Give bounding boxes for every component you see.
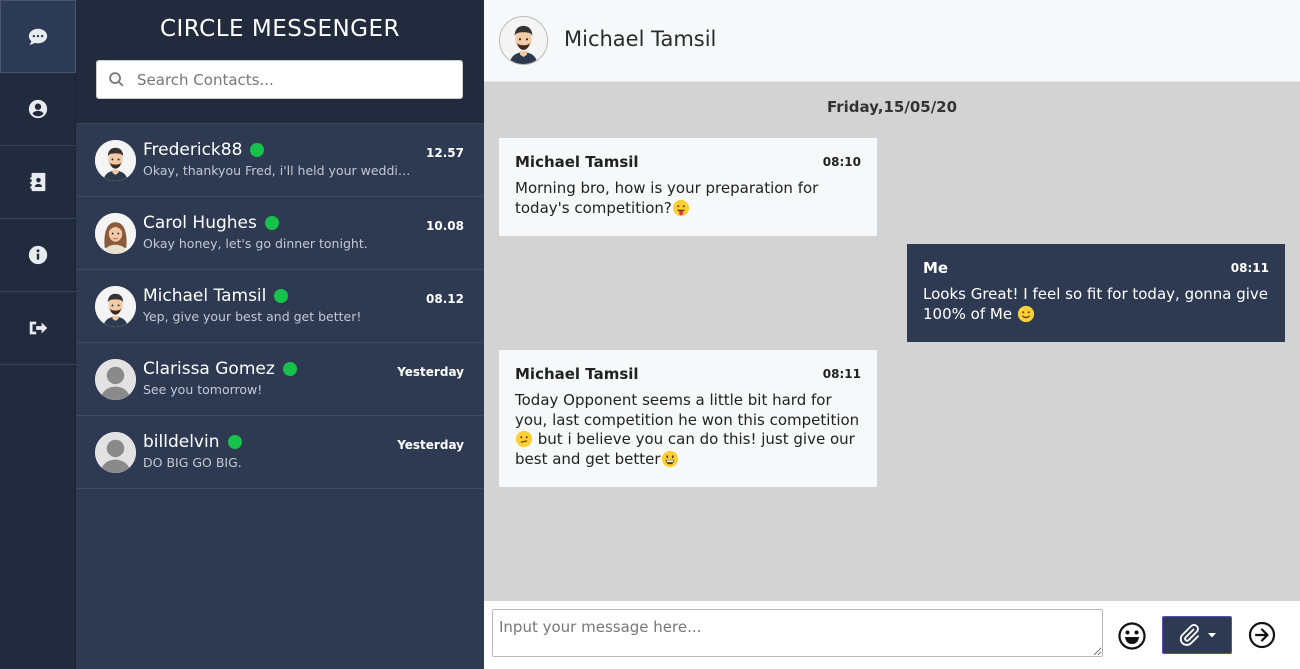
contact-list: Frederick88 12.57 Okay, thankyou Fred, i… bbox=[76, 124, 484, 489]
sidebar-header: CIRCLE MESSENGER bbox=[76, 0, 484, 124]
confused-emoji-icon bbox=[515, 430, 533, 448]
message-composer bbox=[484, 601, 1300, 669]
contact-name: Frederick88 bbox=[143, 140, 243, 160]
tongue-emoji-icon bbox=[672, 199, 689, 216]
chat-contact-name: Michael Tamsil bbox=[564, 27, 717, 51]
info-icon bbox=[28, 245, 48, 265]
message-text: Looks Great! I feel so fit for today, go… bbox=[923, 285, 1269, 323]
message-text: Today Opponent seems a little bit hard f… bbox=[515, 391, 860, 468]
man-avatar-icon bbox=[500, 17, 547, 64]
app-title: CIRCLE MESSENGER bbox=[159, 16, 401, 42]
message-time: 08:10 bbox=[822, 155, 861, 169]
message-sender: Michael Tamsil bbox=[515, 365, 639, 383]
attach-dropdown-button[interactable] bbox=[1162, 616, 1232, 654]
search-icon bbox=[109, 72, 124, 87]
caret-down-icon bbox=[1208, 633, 1216, 638]
contact-preview: Yep, give your best and get better! bbox=[143, 309, 362, 324]
contact-item[interactable]: Michael Tamsil 08.12 Yep, give your best… bbox=[76, 270, 484, 343]
chat-bubble-icon bbox=[28, 28, 48, 45]
date-separator: Friday,15/05/20 bbox=[826, 98, 958, 116]
message-list: Friday,15/05/20 Michael Tamsil 08:10 Mor… bbox=[484, 82, 1300, 601]
emoji-picker-icon[interactable] bbox=[1117, 621, 1147, 651]
contact-name-row: Frederick88 bbox=[143, 140, 265, 160]
avatar bbox=[95, 213, 136, 254]
rail-info[interactable] bbox=[0, 219, 76, 292]
avatar bbox=[95, 140, 136, 181]
contact-item[interactable]: Frederick88 12.57 Okay, thankyou Fred, i… bbox=[76, 124, 484, 197]
smile-emoji-icon bbox=[1017, 305, 1034, 322]
message-sender: Michael Tamsil bbox=[515, 153, 639, 171]
message-input[interactable] bbox=[492, 609, 1103, 657]
contact-time: 08.12 bbox=[426, 292, 464, 306]
online-status-dot bbox=[264, 216, 279, 230]
rail-chats[interactable] bbox=[0, 0, 76, 73]
contact-time: 10.08 bbox=[426, 219, 464, 233]
paperclip-icon bbox=[1179, 624, 1199, 646]
woman-avatar-icon bbox=[95, 213, 136, 254]
message-time: 08:11 bbox=[1230, 261, 1269, 275]
default-avatar-icon bbox=[95, 359, 136, 400]
user-circle-icon bbox=[28, 99, 48, 119]
contact-preview: DO BIG GO BIG. bbox=[143, 455, 242, 470]
online-status-dot bbox=[282, 362, 297, 376]
contact-item[interactable]: Clarissa Gomez Yesterday See you tomorro… bbox=[76, 343, 484, 416]
contact-name: billdelvin bbox=[143, 432, 220, 452]
contact-time: Yesterday bbox=[397, 365, 464, 379]
contact-time: Yesterday bbox=[397, 438, 464, 452]
rail-logout[interactable] bbox=[0, 292, 76, 365]
contact-item[interactable]: billdelvin Yesterday DO BIG GO BIG. bbox=[76, 416, 484, 489]
contact-name-row: Carol Hughes bbox=[143, 213, 279, 233]
contacts-sidebar: CIRCLE MESSENGER Frederick88 12.57 Okay,… bbox=[76, 0, 484, 669]
search-input[interactable] bbox=[137, 70, 437, 89]
sign-out-icon bbox=[29, 321, 48, 335]
rail-contacts[interactable] bbox=[0, 146, 76, 219]
contact-time: 12.57 bbox=[426, 146, 464, 160]
message-bubble-incoming: Michael Tamsil 08:11 Today Opponent seem… bbox=[499, 350, 877, 487]
contact-name: Carol Hughes bbox=[143, 213, 257, 233]
message-bubble-outgoing: Me 08:11 Looks Great! I feel so fit for … bbox=[907, 244, 1285, 342]
avatar bbox=[95, 286, 136, 327]
message-text: Morning bro, how is your preparation for… bbox=[515, 179, 819, 217]
contact-preview: Okay, thankyou Fred, i'll held your wedd… bbox=[143, 163, 418, 178]
contact-name-row: Michael Tamsil bbox=[143, 286, 289, 306]
contact-name-row: billdelvin bbox=[143, 432, 242, 452]
address-book-icon bbox=[30, 172, 46, 192]
man-avatar-icon bbox=[95, 140, 136, 181]
contact-name: Clarissa Gomez bbox=[143, 359, 275, 379]
contact-preview: See you tomorrow! bbox=[143, 382, 263, 397]
grin-emoji-icon bbox=[661, 450, 678, 467]
man-avatar-icon bbox=[95, 286, 136, 327]
chat-avatar[interactable] bbox=[499, 16, 548, 65]
rail-profile[interactable] bbox=[0, 73, 76, 146]
nav-rail bbox=[0, 0, 76, 669]
contact-item[interactable]: Carol Hughes 10.08 Okay honey, let's go … bbox=[76, 197, 484, 270]
contact-name: Michael Tamsil bbox=[143, 286, 267, 306]
online-status-dot bbox=[250, 143, 265, 157]
online-status-dot bbox=[274, 289, 289, 303]
contact-name-row: Clarissa Gomez bbox=[143, 359, 297, 379]
avatar bbox=[95, 432, 136, 473]
avatar bbox=[95, 359, 136, 400]
online-status-dot bbox=[227, 435, 242, 449]
message-time: 08:11 bbox=[822, 367, 861, 381]
default-avatar-icon bbox=[95, 432, 136, 473]
chat-header: Michael Tamsil bbox=[484, 0, 1300, 82]
contact-preview: Okay honey, let's go dinner tonight. bbox=[143, 236, 368, 251]
send-arrow-icon[interactable] bbox=[1248, 621, 1276, 649]
message-sender: Me bbox=[923, 259, 949, 277]
search-box bbox=[96, 60, 463, 99]
message-bubble-incoming: Michael Tamsil 08:10 Morning bro, how is… bbox=[499, 138, 877, 236]
